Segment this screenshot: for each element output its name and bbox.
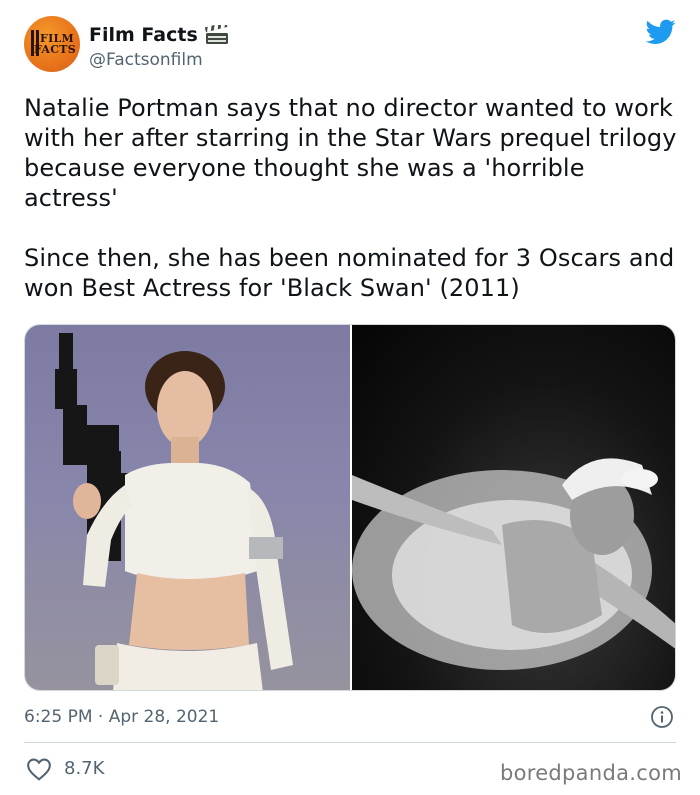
heart-icon[interactable]	[26, 757, 52, 781]
author-display-name[interactable]: Film Facts	[89, 23, 198, 47]
info-icon[interactable]	[650, 705, 674, 729]
ballet-illustration	[352, 458, 675, 670]
like-action[interactable]: 8.7K	[26, 757, 104, 781]
watermark: boredpanda.com	[499, 761, 682, 785]
film-strip-icon	[31, 30, 39, 56]
tweet-header: FILM FACTS Film Facts @Factsonfilm	[24, 15, 676, 81]
media-image-right[interactable]	[352, 325, 675, 690]
avatar[interactable]: FILM FACTS	[24, 16, 80, 72]
media-image-left[interactable]	[25, 325, 350, 690]
author-handle[interactable]: @Factsonfilm	[89, 48, 229, 72]
portrait-illustration	[55, 333, 293, 690]
like-count: 8.7K	[64, 758, 105, 779]
clapperboard-icon	[204, 25, 228, 44]
twitter-bird-icon[interactable]	[646, 19, 676, 45]
author-name-row[interactable]: Film Facts	[89, 23, 229, 47]
tweet-media[interactable]	[24, 324, 676, 691]
divider	[24, 742, 676, 743]
avatar-text-bottom: FACTS	[33, 43, 77, 56]
tweet-body-text: Natalie Portman says that no director wa…	[24, 94, 677, 302]
tweet-timestamp[interactable]: 6:25 PM · Apr 28, 2021	[24, 705, 219, 729]
author-info: Film Facts @Factsonfilm	[89, 23, 229, 72]
